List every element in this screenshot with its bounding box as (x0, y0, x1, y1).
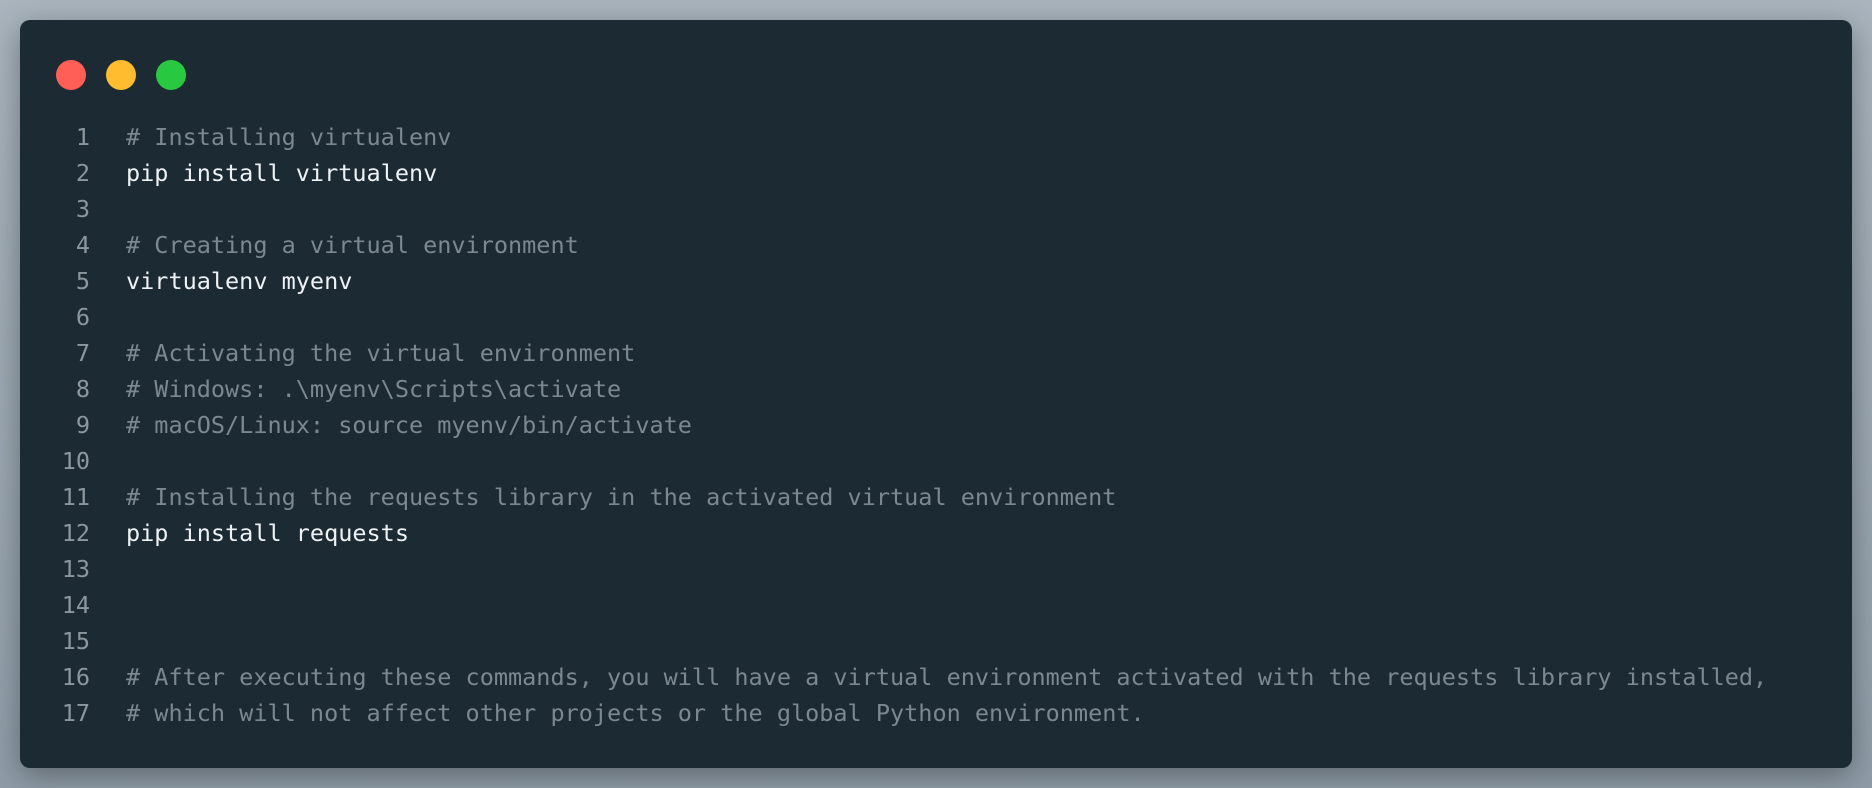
code-line: 13 (20, 551, 1852, 587)
code-text: # After executing these commands, you wi… (126, 663, 1768, 691)
window-controls (56, 60, 186, 90)
code-line: 12 pip install requests (20, 515, 1852, 551)
code-line: 5 virtualenv myenv (20, 263, 1852, 299)
line-number: 1 (75, 123, 90, 151)
code-text: # Creating a virtual environment (126, 231, 579, 259)
line-number: 14 (61, 591, 90, 619)
line-number: 8 (75, 375, 90, 403)
line-number: 10 (61, 447, 90, 475)
line-number: 7 (75, 339, 90, 367)
line-number: 5 (75, 267, 90, 295)
code-line: 14 (20, 587, 1852, 623)
code-window: 1 # Installing virtualenv 2 pip install vi… (20, 20, 1852, 768)
line-number: 13 (61, 555, 90, 583)
code-line: 17 # which will not affect other projects… (20, 695, 1852, 731)
code-text: # Windows: .\myenv\Scripts\activate (126, 375, 622, 403)
line-number: 6 (75, 303, 90, 331)
code-line: 2 pip install virtualenv (20, 155, 1852, 191)
code-line: 3 (20, 191, 1852, 227)
line-number: 16 (61, 663, 90, 691)
code-text: pip install virtualenv (126, 159, 438, 187)
code-line: 4 # Creating a virtual environment (20, 227, 1852, 263)
code-line: 6 (20, 299, 1852, 335)
code-text: virtualenv myenv (126, 267, 353, 295)
code-line: 1 # Installing virtualenv (20, 119, 1852, 155)
code-text: # Installing the requests library in the… (126, 483, 1117, 511)
code-text: # Installing virtualenv (126, 123, 452, 151)
code-text: # Activating the virtual environment (126, 339, 636, 367)
code-line: 11 # Installing the requests library in t… (20, 479, 1852, 515)
code-block: 1 # Installing virtualenv 2 pip install vi… (20, 119, 1852, 731)
line-number: 2 (75, 159, 90, 187)
code-line: 7 # Activating the virtual environment (20, 335, 1852, 371)
code-text: # which will not affect other projects o… (126, 699, 1145, 727)
line-number: 3 (75, 195, 90, 223)
code-line: 9 # macOS/Linux: source myenv/bin/activat… (20, 407, 1852, 443)
code-text: pip install requests (126, 519, 409, 547)
code-line: 15 (20, 623, 1852, 659)
maximize-dot-icon[interactable] (156, 60, 186, 90)
line-number: 9 (75, 411, 90, 439)
line-number: 12 (61, 519, 90, 547)
code-line: 8 # Windows: .\myenv\Scripts\activate (20, 371, 1852, 407)
line-number: 15 (61, 627, 90, 655)
line-number: 4 (75, 231, 90, 259)
line-number: 17 (61, 699, 90, 727)
line-number: 11 (61, 483, 90, 511)
minimize-dot-icon[interactable] (106, 60, 136, 90)
code-line: 10 (20, 443, 1852, 479)
code-line: 16 # After executing these commands, you … (20, 659, 1852, 695)
close-dot-icon[interactable] (56, 60, 86, 90)
code-text: # macOS/Linux: source myenv/bin/activate (126, 411, 692, 439)
